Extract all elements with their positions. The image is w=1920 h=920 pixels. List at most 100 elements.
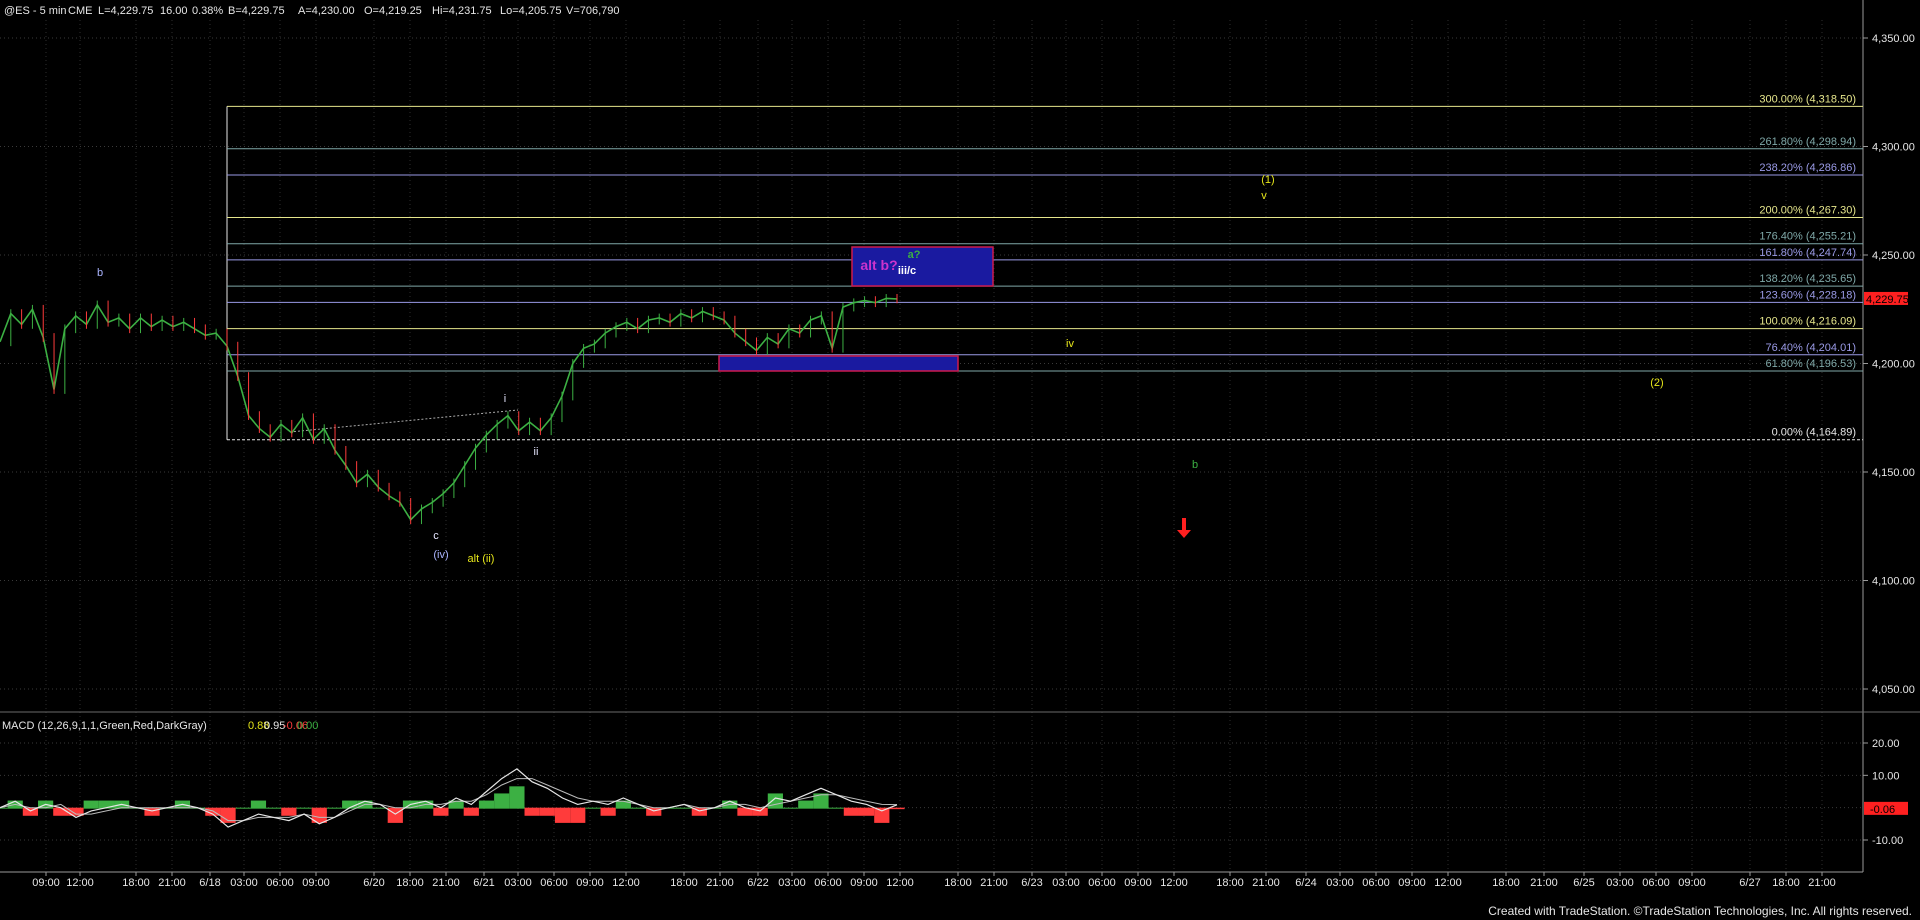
macd-axis: 20.00 10.00 -10.00 (1863, 738, 1903, 847)
low-value: Lo=4,205.75 (500, 5, 561, 17)
macd-title: MACD (12,26,9,1,1,Green,Red,DarkGray) (2, 720, 207, 732)
time-tick-label: 06:00 (1642, 877, 1670, 889)
macd-histogram-bar (798, 800, 814, 809)
time-tick-label: 06:00 (1088, 877, 1116, 889)
macd-series (0, 768, 905, 828)
macd-last-marker: -0.06 (1864, 801, 1908, 816)
fib-level-label: 123.60% (4,228.18) (1759, 289, 1856, 301)
change-pct: 0.38% (192, 5, 223, 17)
macd-grid (0, 742, 1863, 841)
high-value: Hi=4,231.75 (432, 5, 492, 17)
time-tick-label: 18:00 (944, 877, 972, 889)
macd-tick-label: 20.00 (1872, 738, 1900, 750)
macd-histogram-bar (83, 800, 99, 809)
macd-histogram-bar (889, 807, 905, 810)
time-tick-label: 18:00 (122, 877, 150, 889)
macd-histogram-bar (387, 807, 403, 823)
price-line (0, 297, 898, 521)
macd-value-4: 0.00 (297, 720, 318, 732)
fib-level-label: 261.80% (4,298.94) (1759, 136, 1856, 148)
macd-histogram-bar (630, 807, 647, 809)
wave-label: c (433, 530, 439, 542)
tradestation-credit: Created with TradeStation. ©TradeStation… (1488, 904, 1912, 918)
macd-last-axis-label: -0.06 (1870, 804, 1895, 816)
macd-histogram-bar (524, 807, 540, 816)
macd-histogram-bar (296, 807, 312, 809)
time-tick-label: 18:00 (1492, 877, 1520, 889)
fib-level-label: 0.00% (4,164.89) (1772, 427, 1856, 439)
time-tick-label: 12:00 (1434, 877, 1462, 889)
macd-tick-label: 10.00 (1872, 770, 1900, 782)
time-tick-label: 18:00 (1772, 877, 1800, 889)
macd-histogram-bar (281, 807, 297, 816)
wave-label: i (504, 393, 506, 405)
time-tick-label: 21:00 (1530, 877, 1558, 889)
wave-label: (1) (1261, 174, 1274, 186)
macd-histogram-bar (266, 807, 282, 809)
time-tick-label: 06:00 (266, 877, 294, 889)
macd-tick-label: -10.00 (1872, 835, 1903, 847)
last-price: L=4,229.75 (98, 5, 153, 17)
time-tick-label: 09:00 (302, 877, 330, 889)
fib-level-label: 161.80% (4,247.74) (1759, 247, 1856, 259)
time-tick-label: 6/21 (473, 877, 494, 889)
time-tick-label: 18:00 (1216, 877, 1244, 889)
time-tick-label: 12:00 (886, 877, 914, 889)
symbol-label: @ES - 5 min (4, 5, 67, 17)
volume-value: V=706,790 (566, 5, 620, 17)
time-tick-label: 09:00 (850, 877, 878, 889)
macd-histogram-bar (478, 800, 495, 809)
fib-level-label: 76.40% (4,204.01) (1765, 342, 1856, 354)
time-tick-label: 21:00 (432, 877, 460, 889)
macd-line (0, 768, 898, 828)
support-box-lower (718, 355, 959, 372)
price-tick-label: 4,050.00 (1872, 684, 1915, 696)
macd-header: MACD (12,26,9,1,1,Green,Red,DarkGray) 0.… (2, 720, 318, 732)
time-tick-label: 12:00 (612, 877, 640, 889)
macd-histogram-bar (585, 807, 601, 809)
time-tick-label: 21:00 (1252, 877, 1280, 889)
wave-label: b (97, 267, 103, 279)
time-tick-label: 06:00 (814, 877, 842, 889)
macd-histogram-bar (463, 807, 479, 816)
time-tick-label: 21:00 (980, 877, 1008, 889)
time-axis: 09:00 12:00 18:00 21:00 6/18 03:00 06:00 09:00 6… (32, 872, 1836, 889)
macd-histogram-bar (433, 807, 449, 816)
time-tick-label: 03:00 (1326, 877, 1354, 889)
time-tick-label: 03:00 (1052, 877, 1080, 889)
fib-level-label: 176.40% (4,255.21) (1759, 231, 1856, 243)
down-arrow-icon (1177, 518, 1191, 538)
time-tick-label: 18:00 (396, 877, 424, 889)
exchange-label: CME (68, 5, 92, 17)
wave-label: (2) (1650, 377, 1663, 389)
macd-histogram-bar (235, 807, 251, 809)
quote-header: @ES - 5 min CME L=4,229.75 16.00 0.38% B… (4, 5, 620, 17)
change-value: 16.00 (160, 5, 188, 17)
price-tick-label: 4,250.00 (1872, 250, 1915, 262)
time-tick-label: 6/23 (1021, 877, 1042, 889)
macd-histogram-bar (570, 807, 586, 823)
macd-histogram-bar (874, 807, 890, 823)
wave-label: ii (534, 446, 539, 458)
time-tick-label: 6/25 (1573, 877, 1594, 889)
macd-histogram-bar (782, 807, 799, 809)
wave-label: v (1261, 190, 1267, 202)
fib-level-label: 61.80% (4,196.53) (1765, 358, 1856, 370)
price-axis: 4,350.00 4,300.00 4,250.00 4,200.00 4,150.00… (1863, 33, 1915, 696)
fib-level-label: 100.00% (4,216.09) (1759, 316, 1856, 328)
price-tick-label: 4,300.00 (1872, 142, 1915, 154)
macd-histogram-bar (858, 807, 875, 816)
time-tick-label: 6/20 (363, 877, 384, 889)
time-tick-label: 21:00 (158, 877, 186, 889)
macd-histogram-bar (676, 807, 692, 809)
wave-label: iv (1066, 338, 1074, 350)
time-tick-label: 6/24 (1295, 877, 1316, 889)
time-tick-label: 18:00 (670, 877, 698, 889)
macd-histogram-bar (767, 793, 783, 809)
price-chart[interactable]: @ES - 5 min CME L=4,229.75 16.00 0.38% B… (0, 0, 1920, 920)
macd-histogram-bar (509, 786, 525, 809)
time-tick-label: 12:00 (1160, 877, 1188, 889)
fib-level-label: 300.00% (4,318.50) (1759, 93, 1856, 105)
time-tick-label: 12:00 (66, 877, 94, 889)
macd-histogram-bar (539, 807, 555, 816)
